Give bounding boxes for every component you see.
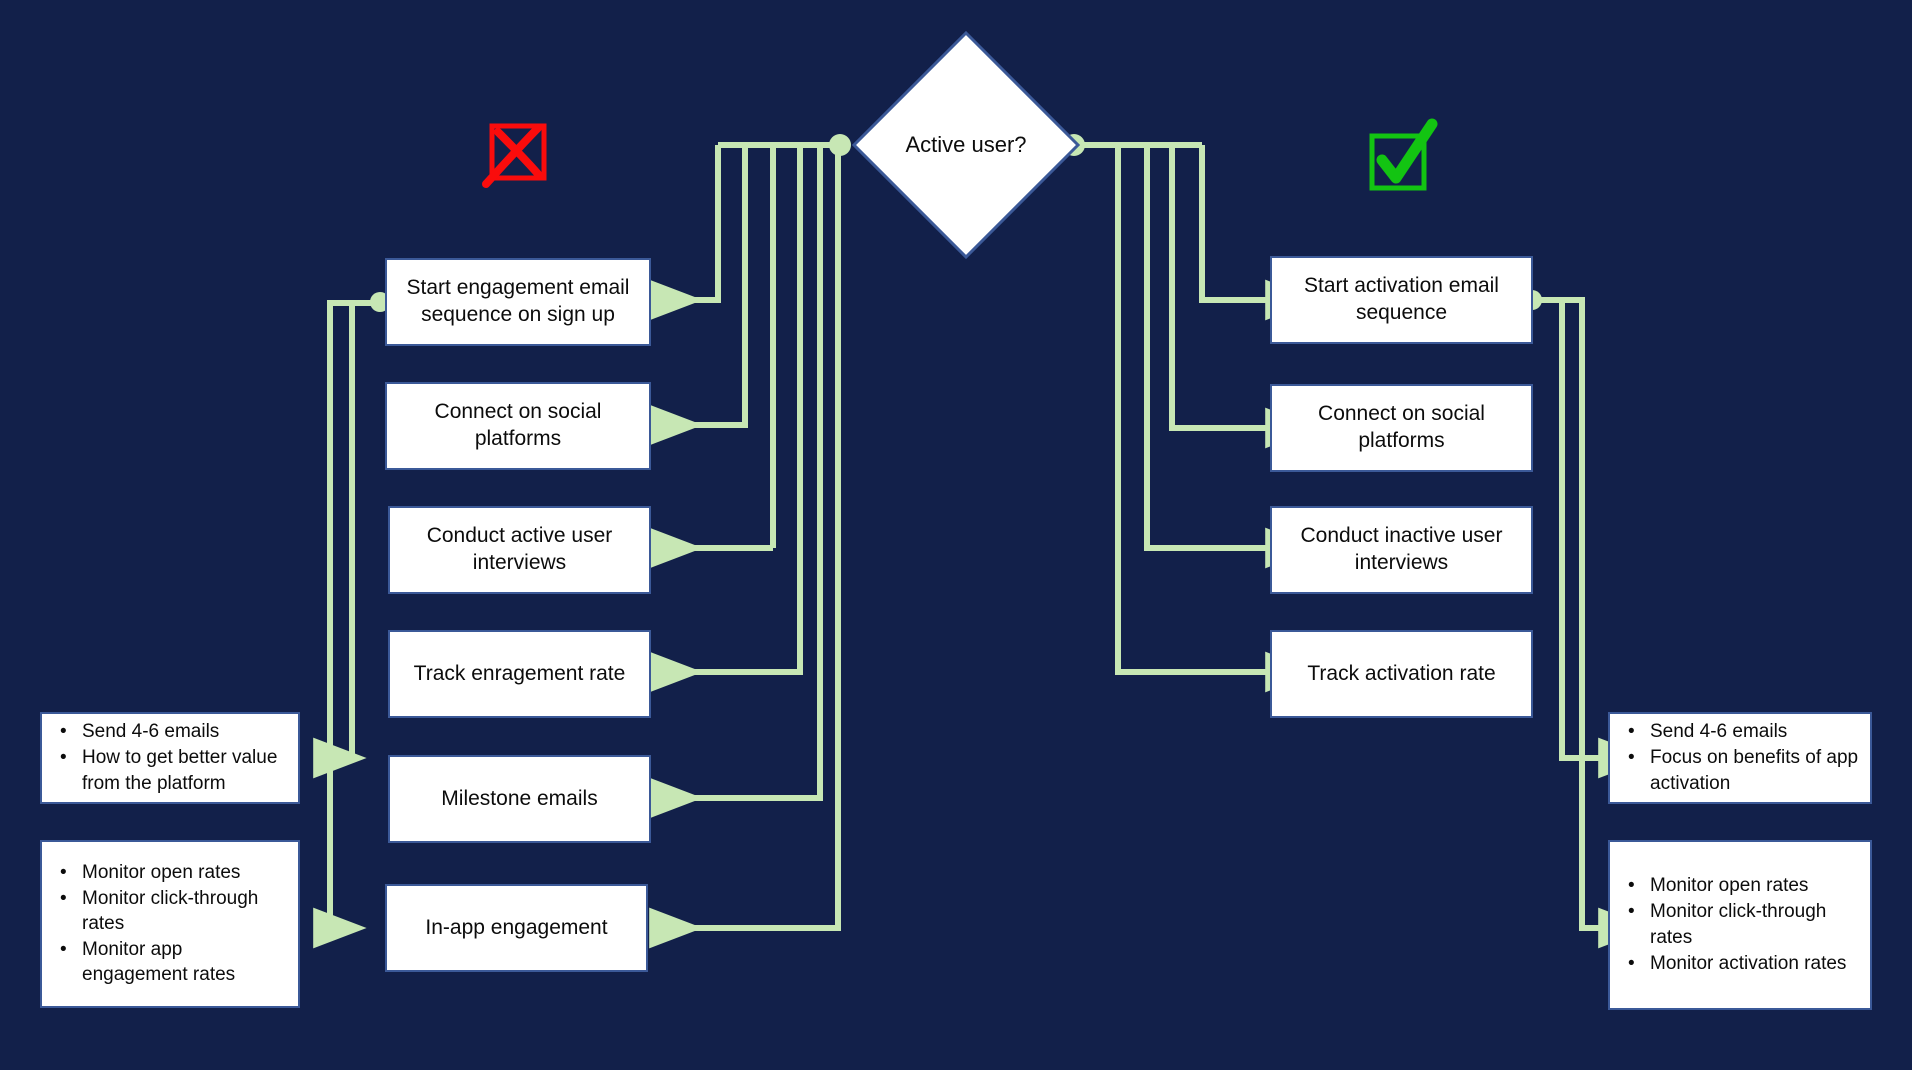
node-conduct-inactive-user-interviews[interactable]: Conduct inactive user interviews — [1270, 506, 1533, 594]
node-label-line1: Track activation rate — [1307, 661, 1496, 685]
node-milestone-emails[interactable]: Milestone emails — [388, 755, 651, 843]
node-label-line2: platforms — [474, 427, 562, 450]
node-label-line1: Connect on social — [434, 400, 602, 424]
green-check-checkbox-icon — [1362, 118, 1438, 194]
decision-label: Active user? — [851, 30, 1081, 260]
node-label-line1: Start activation email — [1304, 274, 1499, 298]
detail-box-engagement-metrics[interactable]: Monitor open rates Monitor click-through… — [40, 840, 300, 1008]
node-connect-on-social-platforms-left[interactable]: Connect on social platforms — [385, 382, 651, 470]
node-in-app-engagement[interactable]: In-app engagement — [385, 884, 648, 972]
node-start-activation-email-sequence[interactable]: Start activation email sequence — [1270, 256, 1533, 344]
node-label-line1: Conduct inactive user — [1300, 524, 1503, 548]
list-item: Send 4-6 emails — [60, 719, 288, 744]
decision-node-active-user[interactable]: Active user? — [851, 30, 1081, 260]
node-label-line1: Track enragement rate — [413, 661, 626, 685]
node-label-line1: Conduct active user — [426, 524, 613, 548]
node-label-line1: Start engagement email — [406, 276, 630, 300]
node-label-line2: interviews — [472, 551, 567, 574]
list-item: How to get better value from the platfor… — [60, 745, 288, 795]
node-label-line1: In-app engagement — [425, 915, 608, 939]
node-label-line2: sequence on sign up — [421, 303, 615, 326]
list-item: Monitor click-through rates — [1628, 899, 1860, 949]
detail-box-engagement-email-content[interactable]: Send 4-6 emails How to get better value … — [40, 712, 300, 804]
bullet-list: Monitor open rates Monitor click-through… — [1610, 873, 1870, 976]
node-label-line1: Milestone emails — [441, 786, 598, 810]
node-label-line1: Connect on social — [1318, 402, 1485, 426]
node-label-line2: sequence — [1355, 301, 1448, 324]
decision-label-line1: Active — [905, 131, 966, 157]
bullet-list: Send 4-6 emails How to get better value … — [42, 719, 298, 796]
node-start-engagement-email-sequence[interactable]: Start engagement email sequence on sign … — [385, 258, 651, 346]
list-item: Monitor open rates — [60, 860, 288, 885]
bullet-list: Send 4-6 emails Focus on benefits of app… — [1610, 719, 1870, 796]
list-item: Monitor activation rates — [1628, 951, 1860, 976]
red-x-checkbox-icon — [480, 118, 552, 190]
list-item: Monitor open rates — [1628, 873, 1860, 898]
detail-box-activation-metrics[interactable]: Monitor open rates Monitor click-through… — [1608, 840, 1872, 1010]
flowchart-canvas: Active user? Start engagement email sequ… — [0, 0, 1912, 1070]
list-item: Focus on benefits of app activation — [1628, 745, 1860, 795]
decision-label-line2: user? — [971, 131, 1027, 157]
list-item: Monitor app engagement rates — [60, 937, 288, 987]
detail-box-activation-email-content[interactable]: Send 4-6 emails Focus on benefits of app… — [1608, 712, 1872, 804]
bullet-list: Monitor open rates Monitor click-through… — [42, 860, 298, 988]
node-conduct-active-user-interviews[interactable]: Conduct active user interviews — [388, 506, 651, 594]
node-track-activation-rate[interactable]: Track activation rate — [1270, 630, 1533, 718]
list-item: Send 4-6 emails — [1628, 719, 1860, 744]
connector-dot-left — [829, 134, 851, 156]
node-track-enragement-rate[interactable]: Track enragement rate — [388, 630, 651, 718]
list-item: Monitor click-through rates — [60, 886, 288, 936]
node-label-line2: interviews — [1354, 551, 1449, 574]
node-connect-on-social-platforms-right[interactable]: Connect on social platforms — [1270, 384, 1533, 472]
node-label-line2: platforms — [1358, 429, 1445, 452]
